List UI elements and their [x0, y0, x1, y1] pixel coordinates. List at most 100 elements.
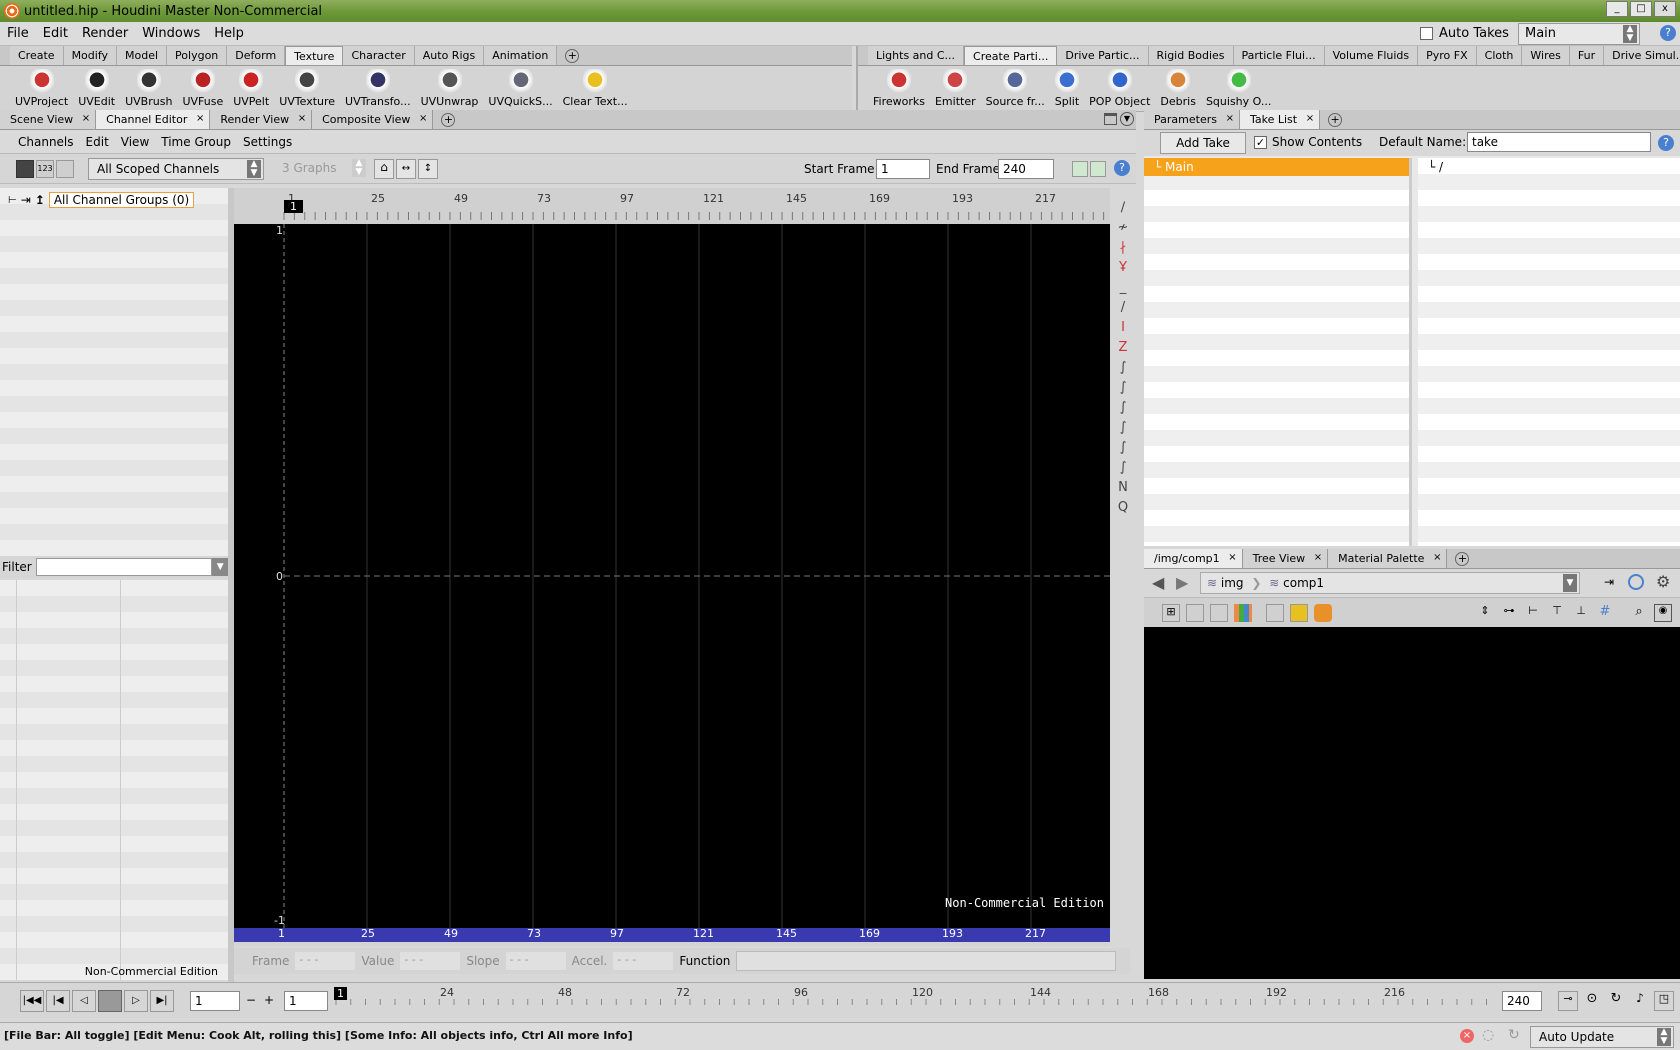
sticky-note-icon[interactable] [1290, 604, 1308, 622]
curve-spline-icon[interactable]: ∫ [1115, 440, 1131, 456]
scope-select[interactable]: All Scoped Channels ▲ ▼ [88, 158, 264, 180]
shelf-tool[interactable]: UVQuickS... [483, 69, 557, 112]
pane-tab[interactable]: Render View × [210, 110, 313, 129]
shelf-tool[interactable]: UVProject [10, 69, 73, 112]
close-tab-icon[interactable]: × [298, 113, 306, 124]
play-reverse-icon[interactable]: ◁ [72, 990, 96, 1012]
help-icon[interactable]: ? [1114, 160, 1130, 176]
realtime-icon[interactable]: ⊙ [1582, 991, 1602, 1011]
graph-canvas[interactable]: 1 0 -1 Non-Commercial Edition [234, 224, 1110, 928]
curve-cubic-icon[interactable]: I [1115, 320, 1131, 336]
gear-icon[interactable]: ⚙ [1656, 572, 1670, 591]
close-tab-icon[interactable]: × [82, 113, 90, 124]
shelf-tab[interactable]: Fur [1569, 46, 1605, 65]
add-tab-icon[interactable]: + [441, 113, 456, 127]
take-item-main[interactable]: └ Main [1144, 158, 1409, 176]
pane-tab[interactable]: Tree View × [1242, 549, 1329, 568]
take-select[interactable]: Main ▲ ▼ [1518, 23, 1640, 45]
curve-break-icon[interactable]: ∤ [1115, 240, 1131, 256]
minimize-button[interactable]: _ [1606, 1, 1628, 17]
refresh-icon[interactable]: ↻ [1508, 1027, 1520, 1043]
help-icon[interactable]: ? [1660, 25, 1676, 41]
pin-icon[interactable]: ⇥ [1604, 575, 1614, 589]
channel-groups-root[interactable]: All Channel Groups (0) [48, 192, 195, 208]
graph-mode-icon[interactable] [16, 160, 34, 178]
audio-icon[interactable]: ♪ [1630, 991, 1650, 1011]
close-tab-icon[interactable]: × [1226, 113, 1234, 124]
view-icon[interactable]: ◉ [1654, 604, 1672, 622]
curve-linear-icon[interactable]: ∕ [1115, 200, 1131, 216]
step-back-icon[interactable]: |◀ [46, 990, 70, 1012]
curve-easeout-icon[interactable]: ∫ [1115, 380, 1131, 396]
shelf-tab[interactable]: Animation [484, 46, 558, 65]
error-icon[interactable]: × [1460, 1029, 1474, 1043]
back-icon[interactable]: ◀ [1152, 573, 1164, 592]
shelf-tool[interactable]: UVUnwrap [416, 69, 484, 112]
shelf-tool[interactable]: Squishy O... [1201, 69, 1276, 112]
shelf-tab[interactable]: Model [117, 46, 168, 65]
shelf-tool[interactable]: UVFuse [177, 69, 228, 112]
shelf-tool[interactable]: UVPelt [228, 69, 274, 112]
increment-button[interactable]: + [264, 993, 274, 1007]
shelf-tool[interactable]: UVTransfo... [340, 69, 416, 112]
task-icon[interactable]: ◌ [1482, 1027, 1494, 1043]
frame-field[interactable]: - - - [295, 952, 356, 970]
close-tab-icon[interactable]: × [419, 113, 427, 124]
maximize-button[interactable]: □ [1630, 1, 1652, 17]
jump-start-icon[interactable]: |◀◀ [20, 990, 44, 1012]
subnet-icon[interactable] [1314, 604, 1332, 622]
layout-tree-icon[interactable]: ⊢ [1524, 604, 1542, 622]
step-field[interactable]: 1 [284, 991, 328, 1011]
thumb-mode-icon[interactable] [1210, 604, 1228, 622]
pane-tab[interactable]: Parameters × [1144, 110, 1240, 129]
tree-mode-icon[interactable]: ⊞ [1162, 604, 1180, 622]
pane-tab[interactable]: Material Palette × [1328, 549, 1448, 568]
function-field[interactable] [736, 951, 1117, 971]
shelf-tab[interactable]: Deform [227, 46, 286, 65]
curve-line-icon[interactable]: / [1115, 300, 1131, 316]
shelf-tab[interactable]: Wires [1522, 46, 1570, 65]
shelf-tab[interactable]: Character [343, 46, 415, 65]
keys-icon[interactable]: ⊸ [1558, 991, 1578, 1011]
close-button[interactable]: x [1654, 1, 1676, 17]
auto-update-select[interactable]: Auto Update ▲ ▼ [1530, 1026, 1674, 1048]
shelf-tab[interactable]: Rigid Bodies [1148, 46, 1234, 65]
spreadsheet-mode-icon[interactable]: 123 [36, 160, 54, 178]
color-palette-icon[interactable] [1234, 604, 1252, 622]
pane-menu-icon[interactable]: ▼ [1120, 112, 1134, 126]
shelf-tab[interactable]: Texture [285, 46, 344, 65]
add-tab-icon[interactable]: + [565, 49, 580, 63]
auto-takes-checkbox[interactable] [1420, 27, 1433, 40]
accel-field[interactable]: - - - [613, 952, 674, 970]
global-anim-options-icon[interactable]: ◳ [1654, 991, 1674, 1011]
shelf-tab[interactable]: Cloth [1476, 46, 1523, 65]
layout-vertical-icon[interactable]: ⇕ [1476, 604, 1494, 622]
play-forward-icon[interactable]: ▷ [124, 990, 148, 1012]
shelf-tab[interactable]: Polygon [167, 46, 228, 65]
curve-tangent-icon[interactable]: Ұ [1115, 260, 1131, 276]
close-tab-icon[interactable]: × [1228, 552, 1236, 563]
curve-ease-icon[interactable]: ≁ [1115, 220, 1131, 236]
path-img[interactable]: img [1221, 576, 1244, 590]
shelf-tab[interactable]: Modify [63, 46, 118, 65]
menu-file[interactable]: File [0, 26, 36, 41]
forward-icon[interactable]: ▶ [1176, 573, 1188, 592]
pane-tab[interactable]: Scene View × [0, 110, 97, 129]
curve-bezier-icon[interactable]: Z [1115, 340, 1131, 356]
curve-n-icon[interactable]: N [1115, 480, 1131, 496]
slope-field[interactable]: - - - [505, 952, 566, 970]
curve-quadratic-icon[interactable]: ∫ [1115, 420, 1131, 436]
layout-branch-icon[interactable]: ⊤ [1548, 604, 1566, 622]
layout-link-icon[interactable]: ⊶ [1500, 604, 1518, 622]
menu-render[interactable]: Render [75, 26, 135, 41]
layout-spread-icon[interactable]: ⊥ [1572, 604, 1590, 622]
shelf-tool[interactable]: Fireworks [868, 69, 930, 112]
shelf-tab[interactable]: Lights and C... [868, 46, 965, 65]
shelf-tool[interactable]: UVBrush [120, 69, 177, 112]
curve-easeinout-icon[interactable]: ∫ [1115, 400, 1131, 416]
menu-ce-edit[interactable]: Edit [80, 135, 115, 149]
filter-dropdown-icon[interactable]: ▼ [212, 558, 228, 576]
shelf-tool[interactable]: Clear Text... [558, 69, 633, 112]
frame-field[interactable]: 1 [190, 991, 240, 1011]
filter-input[interactable] [35, 558, 213, 576]
